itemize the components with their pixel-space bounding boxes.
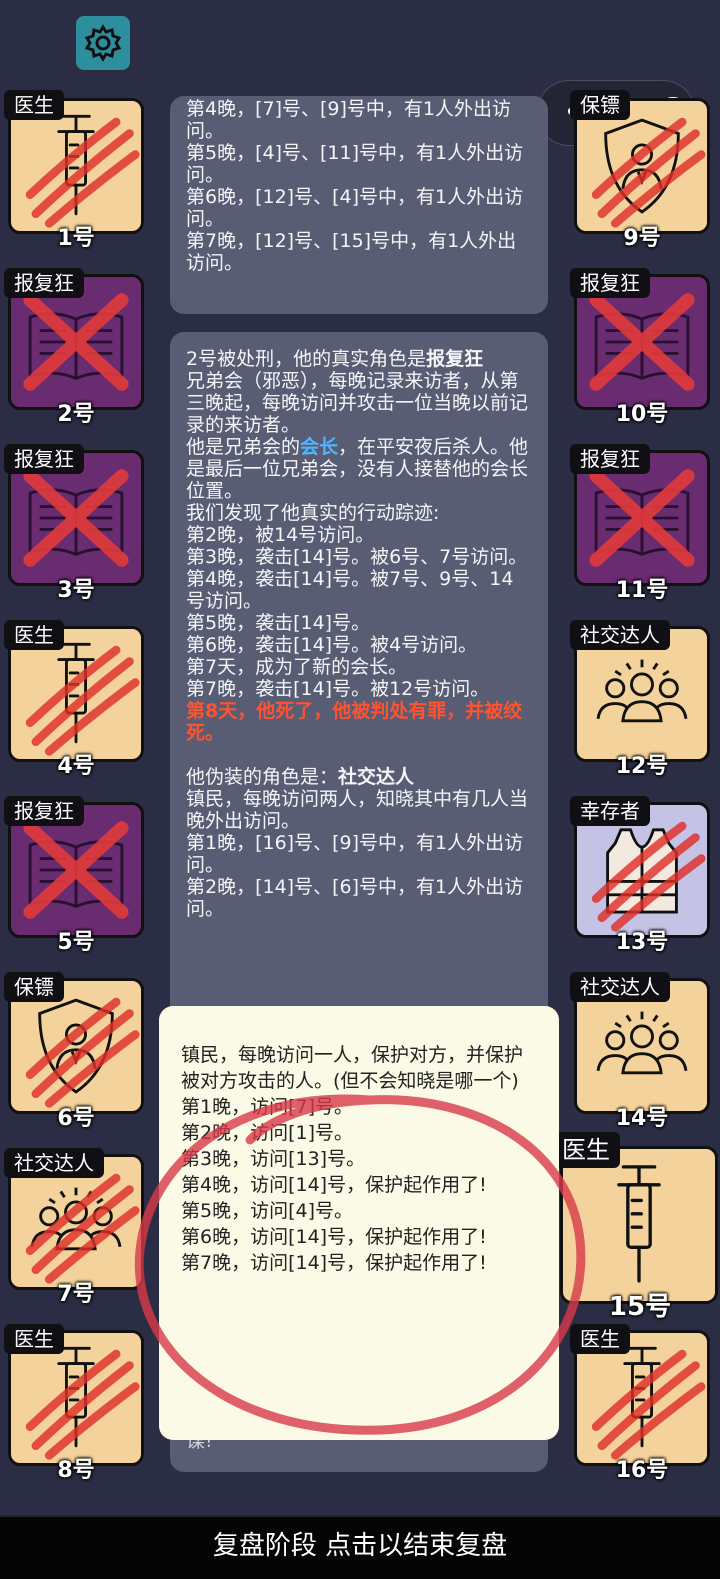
player-number: 1号 <box>57 226 95 251</box>
fake-description: 镇民，每晚访问两人，知晓其中有几人当晚外出访问。 <box>186 788 529 832</box>
fake-track-line: 第2晚，[14]号、[6]号中，有1人外出访问。 <box>186 876 524 920</box>
player-detail-popup[interactable]: 镇民，每晚访问一人，保护对方，并保护被对方攻击的人。(但不会知晓是哪一个) 第1… <box>159 1006 559 1440</box>
player-number: 6号 <box>57 1106 95 1131</box>
fake-track-line: 第1晚，[16]号、[9]号中，有1人外出访问。 <box>186 832 524 876</box>
track-line: 第7晚，袭击[14]号。被12号访问。 <box>186 678 490 700</box>
player-number: 4号 <box>57 754 95 779</box>
track-line: 第7天，成为了新的会长。 <box>186 656 408 678</box>
player-role-label: 社交达人 <box>570 620 670 650</box>
player-role-label: 医生 <box>4 620 64 650</box>
popup-line: 第2晚，访问[1]号。 <box>181 1122 354 1144</box>
popup-line: 第3晚，访问[13]号。 <box>181 1148 366 1170</box>
end-review-button[interactable]: 复盘阶段 点击以结束复盘 <box>0 1515 720 1579</box>
player-number: 14号 <box>615 1106 669 1131</box>
player-role-label: 医生 <box>570 1324 630 1354</box>
player-role-label: 医生 <box>4 1324 64 1354</box>
log-line: 第5晚，[4]号、[11]号中，有1人外出访问。 <box>186 142 524 186</box>
player-number: 11号 <box>615 578 669 603</box>
player-role-label: 医生 <box>552 1132 620 1168</box>
syringe-icon <box>11 114 141 231</box>
log-panel-top[interactable]: 第4晚，[7]号、[9]号中，有1人外出访问。 第5晚，[4]号、[11]号中，… <box>170 96 548 314</box>
player-role-label: 报复狂 <box>4 796 84 826</box>
player-role-label: 保镖 <box>570 90 630 120</box>
log-line: 第7晚，[12]号、[15]号中，有1人外出访问。 <box>186 230 517 274</box>
player-role-label: 幸存者 <box>570 796 650 826</box>
track-line: 第5晚，袭击[14]号。 <box>186 612 371 634</box>
popup-line: 第5晚，访问[4]号。 <box>181 1200 354 1222</box>
death-line: 第8天，他死了，他被判处有罪，并被绞死。 <box>186 700 523 744</box>
track-title: 我们发现了他真实的行动踪迹: <box>186 502 440 524</box>
player-card-15[interactable] <box>560 1146 718 1304</box>
track-line: 第3晚，袭击[14]号。被6号、7号访问。 <box>186 546 528 568</box>
player-number: 8号 <box>57 1458 95 1483</box>
log-line: 第6晚，[12]号、[4]号中，有1人外出访问。 <box>186 186 524 230</box>
fake-role: 社交达人 <box>338 766 415 788</box>
player-role-label: 社交达人 <box>4 1148 104 1178</box>
shield-person-icon <box>577 101 707 231</box>
settings-button[interactable] <box>76 16 130 70</box>
player-number: 2号 <box>57 402 95 427</box>
player-role-label: 报复狂 <box>4 268 84 298</box>
player-number: 10号 <box>615 402 669 427</box>
leader-word: 会长 <box>300 436 339 458</box>
gear-icon <box>84 24 122 62</box>
syringe-icon <box>617 1165 661 1283</box>
popup-line: 第7晚，访问[14]号，保护起作用了! <box>181 1252 487 1274</box>
log-line: 第4晚，[7]号、[9]号中，有1人外出访问。 <box>186 98 512 142</box>
player-number: 12号 <box>615 754 669 779</box>
player-number: 3号 <box>57 578 95 603</box>
player-number: 13号 <box>615 930 669 955</box>
popup-line: 第4晚，访问[14]号，保护起作用了! <box>181 1174 487 1196</box>
player-role-label: 报复狂 <box>570 268 650 298</box>
player-number: 5号 <box>57 930 95 955</box>
track-line: 第2晚，被14号访问。 <box>186 524 375 546</box>
player-role-label: 医生 <box>4 90 64 120</box>
player-number: 9号 <box>623 226 661 251</box>
real-role: 报复狂 <box>426 348 484 370</box>
popup-line: 第1晚，访问[7]号。 <box>181 1096 354 1118</box>
execution-intro: 2号被处刑，他的真实角色是报复狂 <box>186 348 484 370</box>
track-line: 第6晚，袭击[14]号。被4号访问。 <box>186 634 478 656</box>
player-number: 7号 <box>57 1282 95 1307</box>
fake-role-line: 他伪装的角色是：社交达人 <box>186 766 415 788</box>
player-number: 15号 <box>608 1292 672 1322</box>
role-description: 兄弟会（邪恶），每晚记录来访者，从第三晚起，每晚访问并攻击一位当晚以前记录的来访… <box>186 370 529 436</box>
player-number: 16号 <box>615 1458 669 1483</box>
player-role-label: 社交达人 <box>570 972 670 1002</box>
player-role-label: 报复狂 <box>4 444 84 474</box>
track-line: 第4晚，袭击[14]号。被7号、9号、14号访问。 <box>186 568 514 612</box>
popup-description: 镇民，每晚访问一人，保护对方，并保护被对方攻击的人。(但不会知晓是哪一个) <box>181 1044 524 1092</box>
popup-line: 第6晚，访问[14]号，保护起作用了! <box>181 1226 487 1248</box>
player-role-label: 报复狂 <box>570 444 650 474</box>
player-role-label: 保镖 <box>4 972 64 1002</box>
leader-text: 他是兄弟会的会长，在平安夜后杀人。他是最后一位兄弟会，没有人接替他的会长位置。 <box>186 436 529 502</box>
